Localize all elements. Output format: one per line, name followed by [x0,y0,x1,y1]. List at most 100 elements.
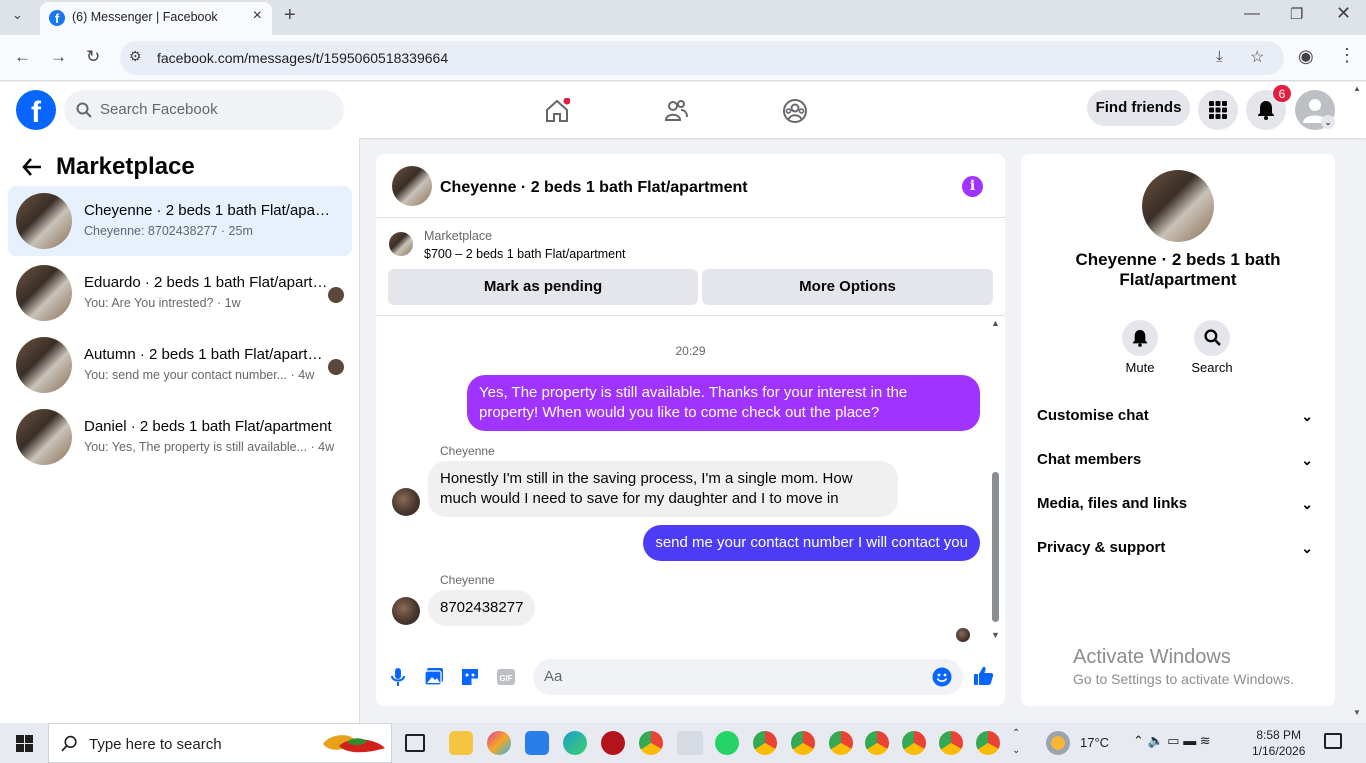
restore-icon[interactable]: ❐ [1290,5,1303,23]
taskbar-search-input[interactable]: Type here to search [48,723,392,763]
minimize-icon[interactable]: — [1244,5,1260,23]
account-avatar[interactable]: ⌄ [1295,90,1335,130]
info-icon[interactable]: i [962,176,983,197]
active-app-icon[interactable] [677,731,703,755]
listing-thumbnail[interactable] [389,232,413,256]
file-explorer-icon[interactable] [449,731,473,755]
contact-avatar[interactable] [392,597,420,625]
search-in-chat-button[interactable] [1194,320,1230,356]
page-scroll-up-icon[interactable]: ▲ [1353,84,1361,93]
taskbar-clock[interactable]: 8:58 PM 1/16/2026 [1252,727,1305,759]
site-info-icon[interactable]: ⚙ [129,48,142,65]
chat-details-panel: Cheyenne · 2 beds 1 bath Flat/apartment … [1021,154,1335,706]
bookmark-star-icon[interactable]: ☆ [1250,47,1264,67]
conversation-preview: You: Yes, The property is still availabl… [84,440,335,454]
privacy-support-section[interactable]: Privacy & support ⌄ [1037,538,1319,582]
listing-photo[interactable] [1142,170,1214,242]
find-friends-button[interactable]: Find friends [1087,90,1190,126]
emoji-icon[interactable] [932,667,952,687]
customise-chat-section[interactable]: Customise chat ⌄ [1037,406,1319,450]
tab-search-icon[interactable]: ⌄ [12,7,23,23]
conversation-name: Autumn · 2 beds 1 bath Flat/apartment [84,346,334,363]
back-arrow-icon[interactable] [22,158,42,176]
listing-thumbnail [16,409,72,465]
conversation-preview: You: send me your contact number... · 4w [84,368,315,382]
microsoft-store-icon[interactable] [525,731,549,755]
menu-grid-button[interactable] [1198,90,1238,130]
clock-date: 1/16/2026 [1252,744,1306,758]
contact-avatar[interactable] [392,488,420,516]
facebook-logo-icon[interactable]: f [16,90,56,130]
account-chevron-icon: ⌄ [1321,115,1335,129]
weather-temperature[interactable]: 17°C [1080,735,1109,750]
svg-text:GIF: GIF [499,674,512,683]
media-files-links-section[interactable]: Media, files and links ⌄ [1037,494,1319,538]
page-scroll-down-icon[interactable]: ▼ [1353,708,1361,717]
chat-members-section[interactable]: Chat members ⌄ [1037,450,1319,494]
whatsapp-icon[interactable] [715,731,739,755]
task-view-icon[interactable] [405,734,425,752]
chrome-profile-icon[interactable] [939,731,963,755]
start-button[interactable] [0,723,48,763]
profile-icon[interactable]: ◉ [1298,46,1314,67]
notification-center-icon[interactable] [1324,733,1342,749]
conversation-item[interactable]: Eduardo · 2 beds 1 bath Flat/apartment Y… [8,258,352,328]
taskbar-overflow-arrows-icon[interactable]: ⌃ ⌄ [1012,725,1020,759]
menu-icon[interactable]: ⋮ [1338,45,1356,66]
inbox-title: Marketplace [56,153,195,180]
conversation-name: Eduardo · 2 beds 1 bath Flat/apartment [84,274,334,291]
groups-icon[interactable] [782,98,808,124]
new-tab-icon[interactable]: + [284,4,296,27]
chrome-profile-icon[interactable] [753,731,777,755]
copilot-icon[interactable] [487,731,511,755]
conversation-item[interactable]: Autumn · 2 beds 1 bath Flat/apartment Yo… [8,330,352,400]
chat-title[interactable]: Cheyenne · 2 beds 1 bath Flat/apartment [440,179,748,197]
listing-price[interactable]: $700 – 2 beds 1 bath Flat/apartment [424,247,626,261]
notification-badge: 6 [1272,84,1292,103]
scroll-up-icon[interactable]: ▲ [991,318,1000,328]
tray-icons[interactable]: ⌃ 🔈 ▭ ▬ ≋ [1133,733,1211,749]
chrome-profile-icon[interactable] [902,731,926,755]
reload-icon[interactable]: ↻ [86,47,100,67]
bell-icon [1132,330,1148,347]
microphone-icon[interactable] [391,667,405,687]
conversation-item[interactable]: Daniel · 2 beds 1 bath Flat/apartment Yo… [8,402,352,472]
scroll-down-icon[interactable]: ▼ [991,630,1000,640]
conversation-item[interactable]: Cheyenne · 2 beds 1 bath Flat/apartment … [8,186,352,256]
tab-title: (6) Messenger | Facebook [72,10,218,24]
sticker-icon[interactable] [460,667,480,687]
chrome-profile-icon[interactable] [865,731,889,755]
photo-icon[interactable] [424,667,444,686]
back-icon[interactable]: ← [14,47,31,67]
incoming-message[interactable]: Honestly I'm still in the saving process… [428,461,898,517]
gif-icon[interactable]: GIF [496,667,516,687]
chrome-icon[interactable] [639,731,663,755]
close-window-icon[interactable]: ✕ [1336,3,1351,24]
address-bar[interactable]: ⚙ facebook.com/messages/t/15950605183396… [120,41,1284,75]
install-app-icon[interactable]: ⤓ [1216,48,1223,65]
scrollbar-thumb[interactable] [992,472,999,622]
like-thumb-icon[interactable] [973,665,994,686]
more-options-button[interactable]: More Options [702,269,993,305]
forward-icon[interactable]: → [50,47,67,67]
message-scrollbar[interactable]: ▲ ▼ [989,316,1001,646]
chat-thumbnail[interactable] [392,166,432,206]
mute-button[interactable] [1122,320,1158,356]
close-tab-icon[interactable]: × [253,7,262,25]
chrome-profile-icon[interactable] [976,731,1000,755]
red-app-icon[interactable] [601,731,625,755]
search-input[interactable]: Search Facebook [64,90,344,130]
outgoing-message[interactable]: Yes, The property is still available. Th… [467,375,980,431]
outgoing-message[interactable]: send me your contact number I will conta… [643,525,980,561]
weather-icon[interactable] [1046,731,1070,755]
chrome-profile-icon[interactable] [829,731,853,755]
edge-icon[interactable] [563,731,587,755]
conversation-name: Cheyenne · 2 beds 1 bath Flat/apartment [84,202,334,219]
message-input[interactable]: Aa [533,659,963,695]
home-icon[interactable] [544,98,570,124]
mark-as-pending-button[interactable]: Mark as pending [388,269,698,305]
browser-tab[interactable]: f (6) Messenger | Facebook × [40,2,272,35]
friends-icon[interactable] [663,98,689,124]
chrome-profile-icon[interactable] [791,731,815,755]
incoming-message[interactable]: 8702438277 [428,590,536,626]
